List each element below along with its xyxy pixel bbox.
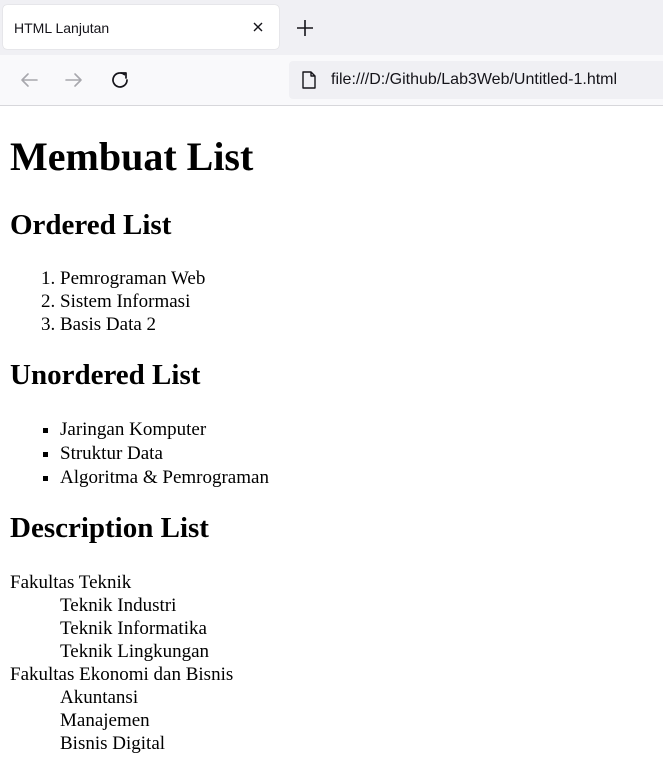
description-detail: Akuntansi bbox=[60, 687, 139, 708]
description-term: Fakultas Ekonomi dan Bisnis bbox=[10, 664, 234, 685]
close-icon[interactable] bbox=[250, 19, 266, 35]
address-bar[interactable]: file:///D:/Github/Lab3Web/Untitled-1.htm… bbox=[289, 61, 663, 99]
list-item: Algoritma & Pemrograman bbox=[60, 466, 653, 490]
list-item: Struktur Data bbox=[60, 442, 653, 466]
list-item: Jaringan Komputer bbox=[60, 418, 653, 442]
unordered-list-heading: Unordered List bbox=[10, 359, 201, 391]
description-list-heading: Description List bbox=[10, 512, 209, 544]
file-icon bbox=[302, 71, 316, 89]
list-item: Pemrograman Web bbox=[60, 267, 653, 290]
list-item: Basis Data 2 bbox=[60, 313, 653, 336]
back-icon[interactable] bbox=[17, 68, 41, 92]
reload-icon[interactable] bbox=[108, 68, 132, 92]
url-text[interactable]: file:///D:/Github/Lab3Web/Untitled-1.htm… bbox=[331, 71, 617, 89]
unordered-list: Jaringan Komputer Struktur Data Algoritm… bbox=[10, 418, 653, 490]
page-title: Membuat List bbox=[10, 134, 254, 179]
description-detail: Manajemen bbox=[60, 710, 150, 731]
description-detail: Teknik Industri bbox=[60, 595, 177, 616]
forward-icon[interactable] bbox=[62, 68, 86, 92]
tab-strip: HTML Lanjutan bbox=[0, 0, 663, 55]
navigation-toolbar: file:///D:/Github/Lab3Web/Untitled-1.htm… bbox=[0, 55, 663, 106]
tab-title: HTML Lanjutan bbox=[14, 20, 110, 36]
description-detail: Teknik Lingkungan bbox=[60, 641, 210, 662]
page-content: Membuat List Ordered List Pemrograman We… bbox=[0, 106, 663, 767]
description-detail: Teknik Informatika bbox=[60, 618, 207, 639]
description-term: Fakultas Teknik bbox=[10, 572, 132, 593]
description-list: Fakultas Teknik Teknik Industri Teknik I… bbox=[10, 571, 653, 755]
browser-tab[interactable]: HTML Lanjutan bbox=[3, 5, 279, 49]
plus-icon[interactable] bbox=[293, 16, 317, 40]
ordered-list-heading: Ordered List bbox=[10, 209, 172, 241]
list-item: Sistem Informasi bbox=[60, 290, 653, 313]
ordered-list: Pemrograman Web Sistem Informasi Basis D… bbox=[10, 267, 653, 336]
description-detail: Bisnis Digital bbox=[60, 733, 166, 754]
